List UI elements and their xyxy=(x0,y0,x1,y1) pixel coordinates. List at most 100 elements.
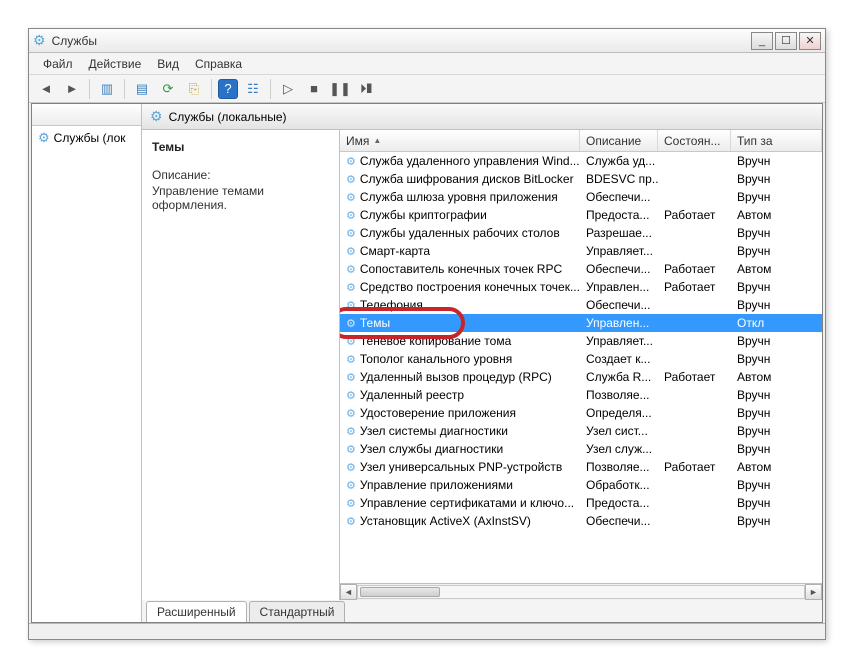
table-row[interactable]: ⚙Удаленный реестрПозволяе...Вручн xyxy=(340,386,822,404)
service-state: Работает xyxy=(658,460,731,474)
table-row[interactable]: ⚙Узел системы диагностикиУзел сист...Вру… xyxy=(340,422,822,440)
table-row[interactable]: ⚙ТелефонияОбеспечи...Вручн xyxy=(340,296,822,314)
service-description: Служба уд... xyxy=(580,154,658,168)
table-row[interactable]: ⚙Смарт-картаУправляет...Вручн xyxy=(340,242,822,260)
service-startup: Вручн xyxy=(731,352,822,366)
back-button[interactable]: ◄ xyxy=(35,78,57,100)
start-service-button[interactable]: ▷ xyxy=(277,78,299,100)
horizontal-scrollbar[interactable]: ◄ ► xyxy=(340,583,822,600)
column-header-startup[interactable]: Тип за xyxy=(731,130,822,151)
service-description: Определя... xyxy=(580,406,658,420)
show-hide-tree-button[interactable]: ▥ xyxy=(96,78,118,100)
tab-extended[interactable]: Расширенный xyxy=(146,601,247,622)
service-description: Предоста... xyxy=(580,496,658,510)
close-button[interactable]: ✕ xyxy=(799,32,821,50)
table-row[interactable]: ⚙Управление сертификатами и ключо...Пред… xyxy=(340,494,822,512)
service-description: Разрешае... xyxy=(580,226,658,240)
service-description: Управлен... xyxy=(580,316,658,330)
menubar: Файл Действие Вид Справка xyxy=(29,53,825,75)
menu-help[interactable]: Справка xyxy=(187,54,250,74)
service-description: Предоста... xyxy=(580,208,658,222)
service-name: Узел универсальных PNP-устройств xyxy=(360,460,562,474)
column-header-name[interactable]: Имя xyxy=(340,130,580,151)
stop-service-button[interactable]: ■ xyxy=(303,78,325,100)
service-name: Службы криптографии xyxy=(360,208,487,222)
service-name: Управление приложениями xyxy=(360,478,513,492)
service-startup: Вручн xyxy=(731,244,822,258)
service-name: Установщик ActiveX (AxInstSV) xyxy=(360,514,531,528)
table-row[interactable]: ⚙Служба шлюза уровня приложенияОбеспечи.… xyxy=(340,188,822,206)
table-row[interactable]: ⚙Удаленный вызов процедур (RPC)Служба R.… xyxy=(340,368,822,386)
service-description: Обеспечи... xyxy=(580,262,658,276)
properties-button[interactable]: ▤ xyxy=(131,78,153,100)
service-icon: ⚙ xyxy=(346,335,356,348)
service-name: Узел службы диагностики xyxy=(360,442,503,456)
table-row[interactable]: ⚙Средство построения конечных точек...Уп… xyxy=(340,278,822,296)
services-list: Имя Описание Состоян... Тип за ⚙Служба у… xyxy=(340,130,822,600)
service-startup: Вручн xyxy=(731,154,822,168)
export-list-button[interactable]: ⎘ xyxy=(183,78,205,100)
table-row[interactable]: ⚙Службы удаленных рабочих столовРазрешае… xyxy=(340,224,822,242)
table-row[interactable]: ⚙Службы криптографииПредоста...РаботаетА… xyxy=(340,206,822,224)
service-description: Узел служ... xyxy=(580,442,658,456)
scroll-track[interactable] xyxy=(357,585,805,599)
column-header-state[interactable]: Состоян... xyxy=(658,130,731,151)
tree-node-services[interactable]: ⚙ Службы (лок xyxy=(32,126,141,150)
service-description: BDESVC пр... xyxy=(580,172,658,186)
scroll-right-button[interactable]: ► xyxy=(805,584,822,600)
minimize-button[interactable]: _ xyxy=(751,32,773,50)
tree-pane: ⚙ Службы (лок xyxy=(32,104,142,622)
service-icon: ⚙ xyxy=(346,353,356,366)
table-row[interactable]: ⚙ Управление приложениями Обработк... Вручн xyxy=(340,476,822,494)
refresh-button[interactable]: ⟳ xyxy=(157,78,179,100)
service-description: Узел сист... xyxy=(580,424,658,438)
table-row[interactable]: ⚙ТемыУправлен...Откл xyxy=(340,314,822,332)
table-row[interactable]: ⚙ Установщик ActiveX (AxInstSV) Обеспечи..… xyxy=(340,512,822,530)
service-icon: ⚙ xyxy=(346,407,356,420)
menu-file[interactable]: Файл xyxy=(35,54,81,74)
service-icon: ⚙ xyxy=(346,209,356,222)
service-icon: ⚙ xyxy=(346,479,356,492)
service-startup: Вручн xyxy=(731,226,822,240)
service-startup: Вручн xyxy=(731,334,822,348)
service-name: Средство построения конечных точек... xyxy=(360,280,580,294)
service-icon: ⚙ xyxy=(346,173,356,186)
table-row[interactable]: ⚙Узел службы диагностикиУзел служ...Вруч… xyxy=(340,440,822,458)
services-window: ⚙ Службы _ ☐ ✕ Файл Действие Вид Справка… xyxy=(28,28,826,640)
table-row[interactable]: ⚙ Теневое копирование тома Управляет... Вру… xyxy=(340,332,822,350)
table-row[interactable]: ⚙Сопоставитель конечных точек RPCОбеспеч… xyxy=(340,260,822,278)
pause-service-button[interactable]: ❚❚ xyxy=(329,78,351,100)
description-label: Описание: xyxy=(152,168,329,182)
titlebar[interactable]: ⚙ Службы _ ☐ ✕ xyxy=(29,29,825,53)
column-header-description[interactable]: Описание xyxy=(580,130,658,151)
restart-service-button[interactable]: ⏵❚ xyxy=(355,78,377,100)
table-row[interactable]: ⚙Служба удаленного управления Wind...Слу… xyxy=(340,152,822,170)
service-name: Теневое копирование тома xyxy=(360,334,511,348)
service-description: Управляет... xyxy=(580,334,658,348)
table-row[interactable]: ⚙Тополог канального уровняСоздает к...Вр… xyxy=(340,350,822,368)
scroll-thumb[interactable] xyxy=(360,587,440,597)
help-button[interactable]: ? xyxy=(218,79,238,99)
service-startup: Вручн xyxy=(731,298,822,312)
menu-view[interactable]: Вид xyxy=(149,54,187,74)
service-startup: Вручн xyxy=(731,478,822,492)
service-description: Обеспечи... xyxy=(580,298,658,312)
table-row[interactable]: ⚙Узел универсальных PNP-устройствПозволя… xyxy=(340,458,822,476)
maximize-button[interactable]: ☐ xyxy=(775,32,797,50)
service-icon: ⚙ xyxy=(346,425,356,438)
props-button[interactable]: ☷ xyxy=(242,78,264,100)
service-description: Обработк... xyxy=(580,478,658,492)
service-icon: ⚙ xyxy=(346,245,356,258)
gear-icon: ⚙ xyxy=(38,130,50,146)
menu-action[interactable]: Действие xyxy=(81,54,150,74)
service-description: Обеспечи... xyxy=(580,514,658,528)
service-icon: ⚙ xyxy=(346,515,356,528)
table-row[interactable]: ⚙Удостоверение приложенияОпределя...Вруч… xyxy=(340,404,822,422)
forward-button[interactable]: ► xyxy=(61,78,83,100)
table-row[interactable]: ⚙Служба шифрования дисков BitLockerBDESV… xyxy=(340,170,822,188)
view-tabs: Расширенный Стандартный xyxy=(142,600,822,622)
list-body[interactable]: ⚙Служба удаленного управления Wind...Слу… xyxy=(340,152,822,583)
service-icon: ⚙ xyxy=(346,263,356,276)
tab-standard[interactable]: Стандартный xyxy=(249,601,346,622)
scroll-left-button[interactable]: ◄ xyxy=(340,584,357,600)
